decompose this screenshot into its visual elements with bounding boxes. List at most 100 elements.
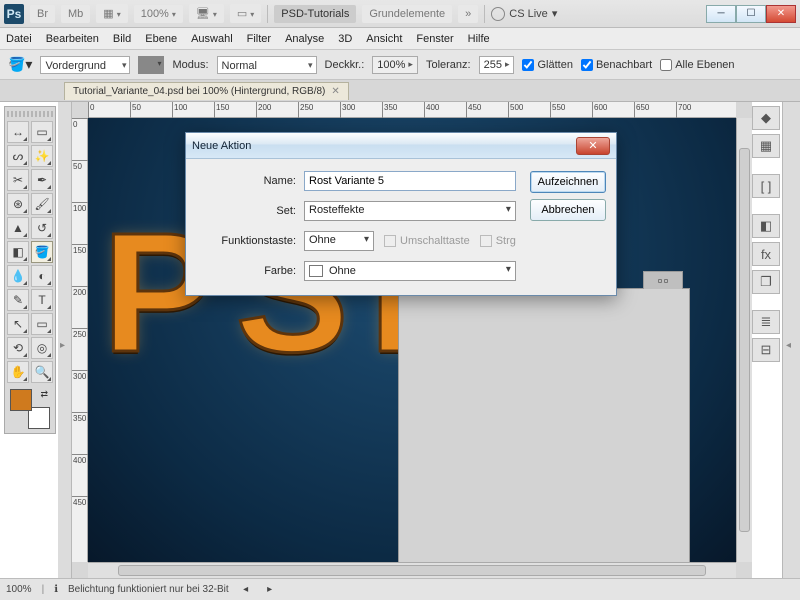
- toleranz-field[interactable]: 255: [479, 56, 515, 74]
- minibridge-button[interactable]: Mb: [61, 5, 90, 23]
- bridge-button[interactable]: Br: [30, 5, 55, 23]
- lasso-tool[interactable]: ᔕ: [7, 145, 29, 167]
- separator: [267, 5, 268, 23]
- benachbart-checkbox[interactable]: Benachbart: [581, 59, 652, 71]
- dock-adjust-icon[interactable]: [ ]: [752, 174, 780, 198]
- dock-style-icon[interactable]: fx: [752, 242, 780, 266]
- record-button[interactable]: Aufzeichnen: [530, 171, 606, 193]
- color-dropdown[interactable]: Ohne: [304, 261, 516, 281]
- fgbg-colors[interactable]: ⇄: [10, 389, 50, 429]
- dialog-close-button[interactable]: ✕: [576, 137, 610, 155]
- dock-channels-icon[interactable]: ≣: [752, 310, 780, 334]
- status-message: Belichtung funktioniert nur bei 32-Bit: [68, 584, 229, 595]
- color-label: Farbe:: [196, 265, 296, 277]
- menu-ebene[interactable]: Ebene: [145, 33, 177, 45]
- dodge-tool[interactable]: ◐: [31, 265, 53, 287]
- swap-colors-icon[interactable]: ⇄: [40, 389, 48, 400]
- deckkraft-field[interactable]: 100%: [372, 56, 418, 74]
- dock-mask-icon[interactable]: ◧: [752, 214, 780, 238]
- workspace-psdtutorials[interactable]: PSD-Tutorials: [274, 5, 356, 23]
- ruler-horizontal[interactable]: 0501001502002503003504004505005506006507…: [88, 102, 736, 118]
- modus-label: Modus:: [172, 59, 208, 71]
- shape-tool[interactable]: ▭: [31, 313, 53, 335]
- right-expand-strip[interactable]: [782, 102, 800, 578]
- set-label: Set:: [196, 205, 296, 217]
- menu-ansicht[interactable]: Ansicht: [366, 33, 402, 45]
- heal-tool[interactable]: ⊛: [7, 193, 29, 215]
- bucket-tool[interactable]: 🪣: [31, 241, 53, 263]
- ctrl-checkbox: Strg: [480, 235, 516, 247]
- status-zoom[interactable]: 100%: [6, 584, 32, 595]
- set-dropdown[interactable]: Rosteffekte: [304, 201, 516, 221]
- zoom-tool[interactable]: 🔍: [31, 361, 53, 383]
- menu-hilfe[interactable]: Hilfe: [468, 33, 490, 45]
- ground-dropdown[interactable]: Vordergrund: [40, 56, 130, 74]
- fg-color[interactable]: [10, 389, 32, 411]
- status-right-arrow[interactable]: ▸: [263, 584, 277, 595]
- menu-datei[interactable]: Datei: [6, 33, 32, 45]
- workspace-more[interactable]: »: [458, 5, 478, 23]
- document-tab[interactable]: Tutorial_Variante_04.psd bei 100% (Hinte…: [64, 82, 349, 100]
- type-tool[interactable]: T: [31, 289, 53, 311]
- fkey-dropdown[interactable]: Ohne: [304, 231, 374, 251]
- crop-tool[interactable]: ✂: [7, 169, 29, 191]
- tab-close-icon[interactable]: ✕: [331, 86, 339, 97]
- 3d-tool[interactable]: ⟲: [7, 337, 29, 359]
- pattern-swatch[interactable]: [138, 56, 164, 74]
- dock-swatches-icon[interactable]: ▦: [752, 134, 780, 158]
- modus-dropdown[interactable]: Normal: [217, 56, 317, 74]
- dialog-titlebar[interactable]: Neue Aktion ✕: [186, 133, 616, 159]
- zoom-dropdown[interactable]: 100%: [134, 5, 183, 23]
- layout-button[interactable]: ▦: [96, 4, 127, 23]
- menu-auswahl[interactable]: Auswahl: [191, 33, 233, 45]
- wand-tool[interactable]: ✨: [31, 145, 53, 167]
- status-info-icon[interactable]: ℹ: [54, 584, 58, 595]
- dock-color-icon[interactable]: ◆: [752, 106, 780, 130]
- 3dcam-tool[interactable]: ◎: [31, 337, 53, 359]
- menu-bild[interactable]: Bild: [113, 33, 131, 45]
- workspace-grundelemente[interactable]: Grundelemente: [362, 5, 452, 23]
- menubar: Datei Bearbeiten Bild Ebene Auswahl Filt…: [0, 28, 800, 50]
- toleranz-label: Toleranz:: [426, 59, 471, 71]
- blur-tool[interactable]: 💧: [7, 265, 29, 287]
- alleebenen-checkbox[interactable]: Alle Ebenen: [660, 59, 734, 71]
- scrollbar-vertical[interactable]: [736, 118, 752, 562]
- eyedrop-tool[interactable]: ✒: [31, 169, 53, 191]
- pen-tool[interactable]: ✎: [7, 289, 29, 311]
- close-button[interactable]: ✕: [766, 5, 796, 23]
- status-left-arrow[interactable]: ◂: [239, 584, 253, 595]
- new-action-dialog: Neue Aktion ✕ Name: Set: Rosteffekte Fun…: [185, 132, 617, 296]
- cslive-button[interactable]: CS Live ▾: [491, 7, 557, 21]
- maximize-button[interactable]: ☐: [736, 5, 766, 23]
- menu-bearbeiten[interactable]: Bearbeiten: [46, 33, 99, 45]
- app-logo: Ps: [4, 4, 24, 24]
- name-field[interactable]: [304, 171, 516, 191]
- dock-layers-icon[interactable]: ❐: [752, 270, 780, 294]
- hand-tool[interactable]: ✋: [7, 361, 29, 383]
- dialog-title: Neue Aktion: [192, 140, 251, 152]
- history-brush-tool[interactable]: ↺: [31, 217, 53, 239]
- move-tool[interactable]: ↔: [7, 121, 29, 143]
- menu-analyse[interactable]: Analyse: [285, 33, 324, 45]
- menu-filter[interactable]: Filter: [247, 33, 271, 45]
- dock-paths-icon[interactable]: ⊟: [752, 338, 780, 362]
- brush-tool[interactable]: 🖌: [31, 193, 53, 215]
- scrollbar-horizontal[interactable]: [88, 562, 736, 578]
- bucket-icon[interactable]: 🪣▾: [8, 56, 32, 73]
- menu-3d[interactable]: 3D: [338, 33, 352, 45]
- left-expand-strip[interactable]: [58, 102, 72, 578]
- extras-button[interactable]: 🖥: [189, 4, 224, 23]
- panel-handle[interactable]: [7, 111, 53, 117]
- stamp-tool[interactable]: ▲: [7, 217, 29, 239]
- ruler-vertical[interactable]: 050100150200250300350400450: [72, 118, 88, 562]
- menu-fenster[interactable]: Fenster: [416, 33, 453, 45]
- screenlayout-button[interactable]: ▭: [230, 4, 261, 23]
- marquee-tool[interactable]: ▭: [31, 121, 53, 143]
- path-tool[interactable]: ↖: [7, 313, 29, 335]
- minimize-button[interactable]: ─: [706, 5, 736, 23]
- actions-panel[interactable]: ■ ● ▶ 🗀 ⊞ 🗑: [398, 288, 690, 562]
- actions-panel-tab[interactable]: [643, 271, 683, 289]
- glaetten-checkbox[interactable]: Glätten: [522, 59, 572, 71]
- cancel-button[interactable]: Abbrechen: [530, 199, 606, 221]
- eraser-tool[interactable]: ◧: [7, 241, 29, 263]
